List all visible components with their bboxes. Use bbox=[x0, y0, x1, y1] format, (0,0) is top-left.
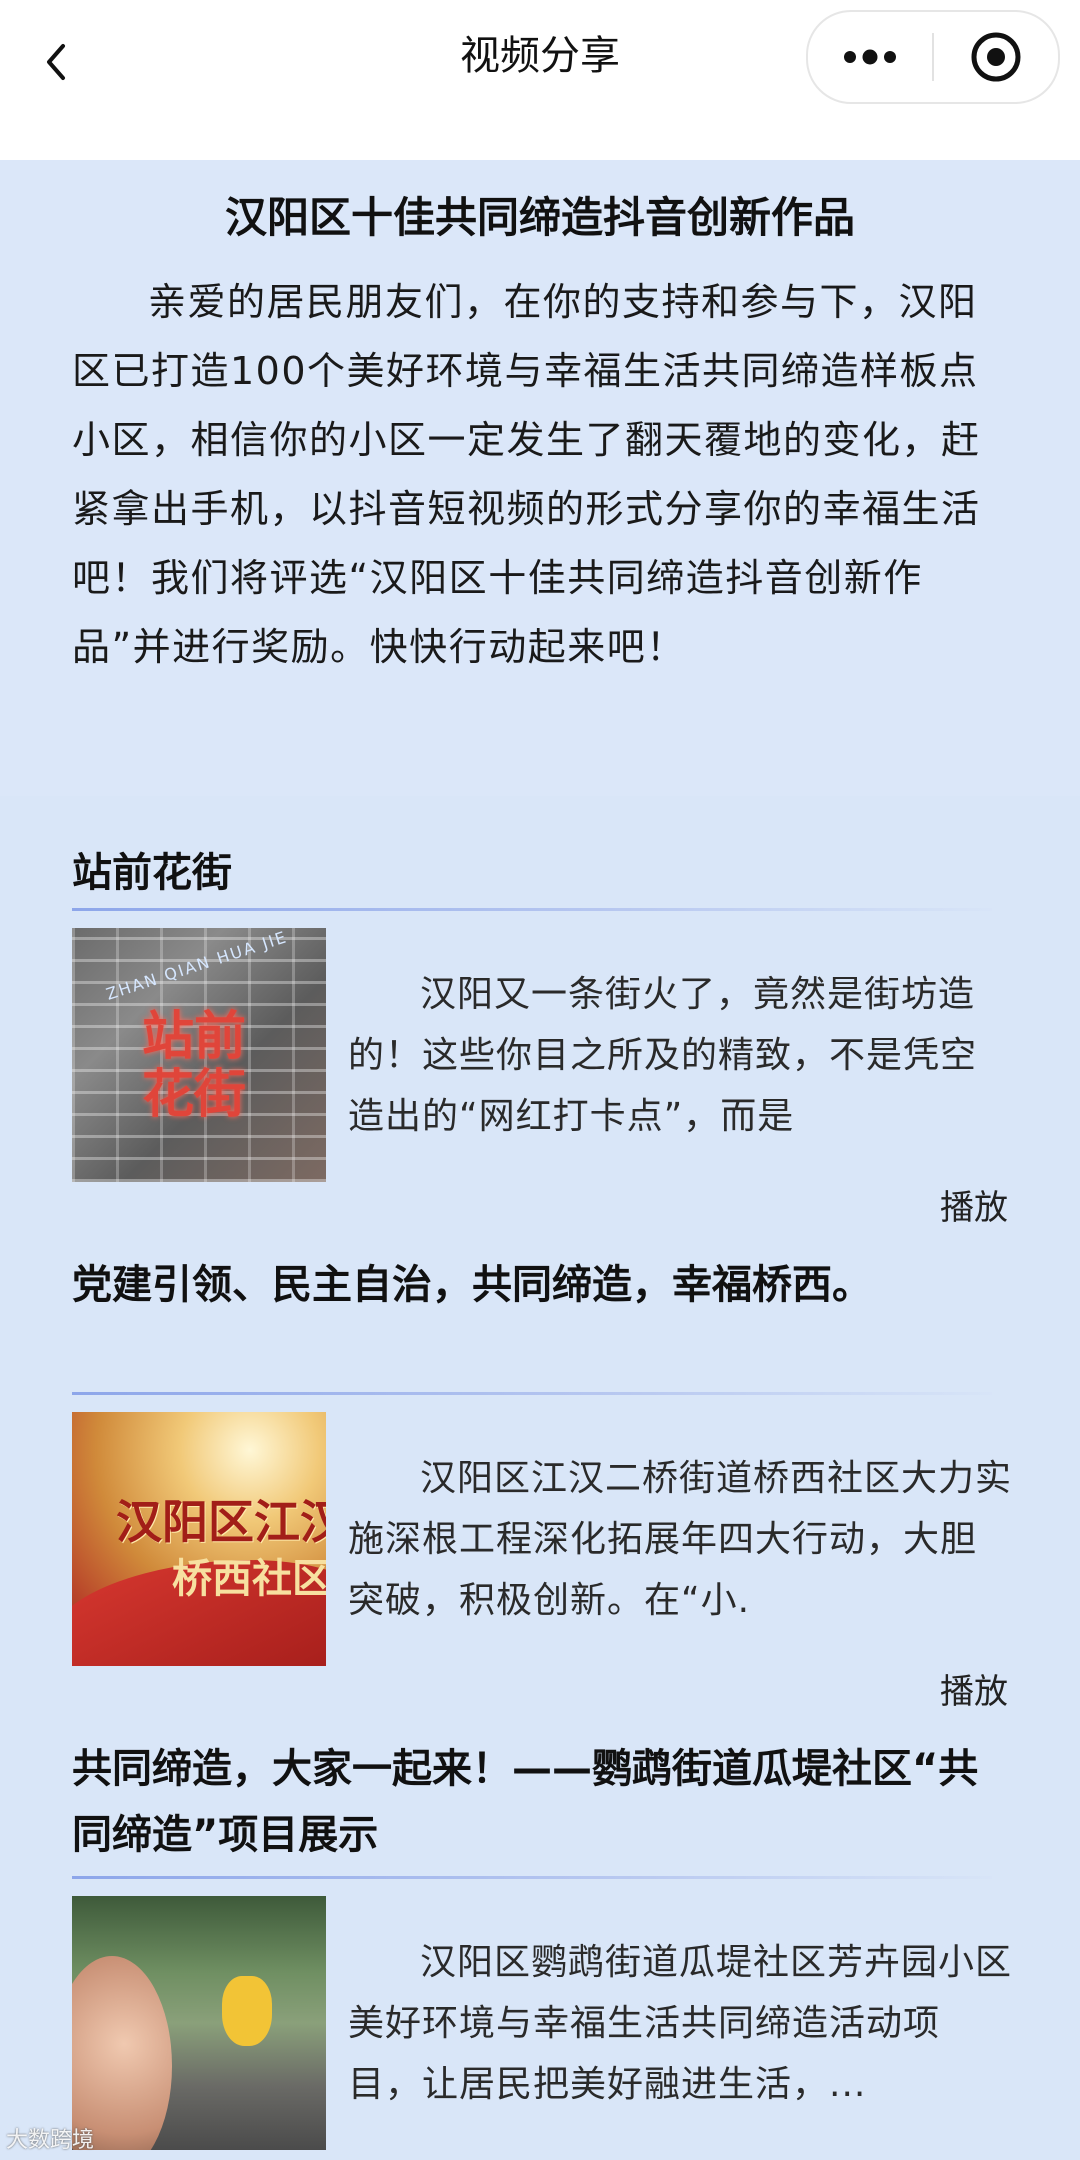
navigation-bar: 视频分享 bbox=[0, 0, 1080, 160]
video-description: 汉阳又一条街火了，竟然是街坊造的！这些你目之所及的精致，不是凭空造出的“网红打卡… bbox=[348, 974, 978, 1137]
thumbnail-caption: ZHAN QIAN HUA JIE bbox=[103, 928, 290, 1004]
target-circle-icon bbox=[971, 32, 1021, 82]
video-thumbnail[interactable]: 汉阳区江汉二 桥西社区 bbox=[72, 1412, 326, 1666]
title-underline bbox=[72, 908, 992, 911]
intro-title: 汉阳区十佳共同缔造抖音创新作品 bbox=[224, 193, 855, 242]
intro-section: 汉阳区十佳共同缔造抖音创新作品 亲爱的居民朋友们，在你的支持和参与下，汉阳区已打… bbox=[0, 160, 1080, 796]
title-underline bbox=[72, 1392, 992, 1395]
thumbnail-figure bbox=[222, 1976, 272, 2046]
video-thumbnail[interactable]: ZHAN QIAN HUA JIE 站前花街 bbox=[72, 928, 326, 1182]
thumbnail-caption: 汉阳区江汉二 bbox=[116, 1495, 326, 1549]
watermark-logo: 大数跨境 bbox=[6, 2128, 95, 2153]
thumbnail-caption: 桥西社区 bbox=[172, 1556, 326, 1602]
video-title[interactable]: 党建引领、民主自治，共同缔造，幸福桥西。 bbox=[72, 1252, 1012, 1318]
video-title[interactable]: 共同缔造，大家一起来！——鹦鹉街道瓜堤社区“共同缔造”项目展示 bbox=[72, 1736, 1012, 1868]
thumbnail-figure bbox=[72, 1956, 172, 2150]
video-description: 汉阳区江汉二桥街道桥西社区大力实施深根工程深化拓展年四大行动，大胆突破，积极创新… bbox=[348, 1458, 1012, 1621]
thumbnail-caption: 站前花街 bbox=[142, 1007, 247, 1125]
more-button[interactable] bbox=[808, 12, 932, 102]
more-dots-icon bbox=[844, 49, 896, 65]
play-button[interactable]: 播放 bbox=[940, 1670, 1008, 1714]
video-description: 汉阳区鹦鹉街道瓜堤社区芳卉园小区美好环境与幸福生活共同缔造活动项目，让居民把美好… bbox=[348, 1942, 1012, 2105]
intro-body: 亲爱的居民朋友们，在你的支持和参与下，汉阳区已打造100个美好环境与幸福生活共同… bbox=[72, 280, 981, 669]
video-list: 站前花街 ZHAN QIAN HUA JIE 站前花街 汉阳又一条街火了，竟然是… bbox=[0, 796, 1080, 2160]
play-button[interactable]: 播放 bbox=[940, 1186, 1008, 1230]
close-mini-program-button[interactable] bbox=[934, 12, 1058, 102]
mini-program-capsule bbox=[806, 10, 1060, 104]
video-title[interactable]: 站前花街 bbox=[72, 840, 1012, 906]
video-thumbnail[interactable] bbox=[72, 1896, 326, 2150]
title-underline bbox=[72, 1876, 992, 1879]
